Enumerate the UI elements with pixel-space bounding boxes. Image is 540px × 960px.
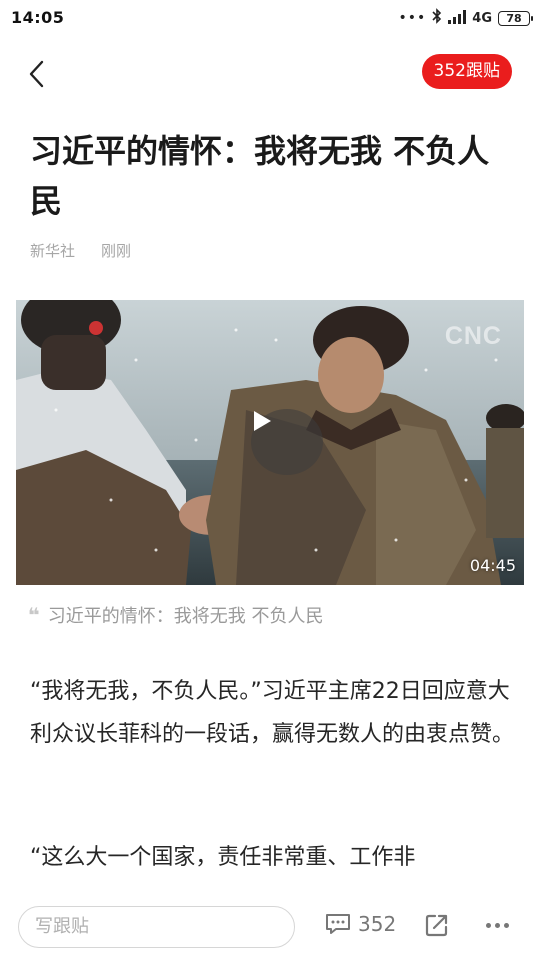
back-arrow-icon: [29, 60, 44, 88]
video-player[interactable]: CNC 04:45: [16, 300, 524, 585]
back-button[interactable]: [18, 56, 54, 92]
comment-count-button[interactable]: 352: [324, 912, 396, 936]
video-caption: ❝ 习近平的情怀：我将无我 不负人民: [28, 602, 323, 628]
battery-level: 78: [506, 11, 522, 25]
quote-icon: ❝: [28, 603, 40, 627]
signal-icon: [448, 9, 467, 28]
status-bar: 14:05 ••• 4G 78: [0, 0, 540, 36]
status-time: 14:05: [11, 8, 65, 27]
status-icons: ••• 4G 78: [398, 8, 533, 28]
share-icon: [425, 914, 448, 937]
network-type: 4G: [472, 10, 492, 26]
more-button[interactable]: [482, 912, 512, 938]
more-icon: [485, 922, 491, 928]
article-source: 新华社: [30, 242, 76, 260]
top-nav: 352跟贴: [0, 36, 540, 112]
video-watermark: CNC: [444, 322, 502, 350]
follow-count-button[interactable]: 352跟贴: [421, 54, 512, 89]
article-paragraph: “我将无我，不负人民。”习近平主席22日回应意大利众议长菲科的一段话，赢得无数人…: [30, 679, 515, 747]
play-button[interactable]: [251, 409, 323, 475]
article-meta: 新华社 刚刚: [30, 240, 131, 261]
comment-icon: [326, 914, 350, 934]
comment-count: 352: [358, 912, 397, 936]
bluetooth-icon: [432, 8, 442, 28]
video-duration: 04:45: [469, 556, 516, 575]
article-title: 习近平的情怀：我将无我 不负人民: [30, 132, 490, 220]
share-button[interactable]: [424, 912, 450, 938]
notification-dots-icon: •••: [398, 10, 427, 26]
video-caption-text: 习近平的情怀：我将无我 不负人民: [47, 606, 324, 627]
battery-icon: 78: [498, 10, 533, 26]
play-icon: [254, 411, 271, 431]
comment-input[interactable]: 写跟贴: [18, 906, 295, 948]
bottom-bar: 写跟贴 352: [0, 890, 540, 960]
article-paragraph: “这么大一个国家，责任非常重、工作非: [30, 845, 416, 870]
article-time: 刚刚: [101, 242, 132, 260]
